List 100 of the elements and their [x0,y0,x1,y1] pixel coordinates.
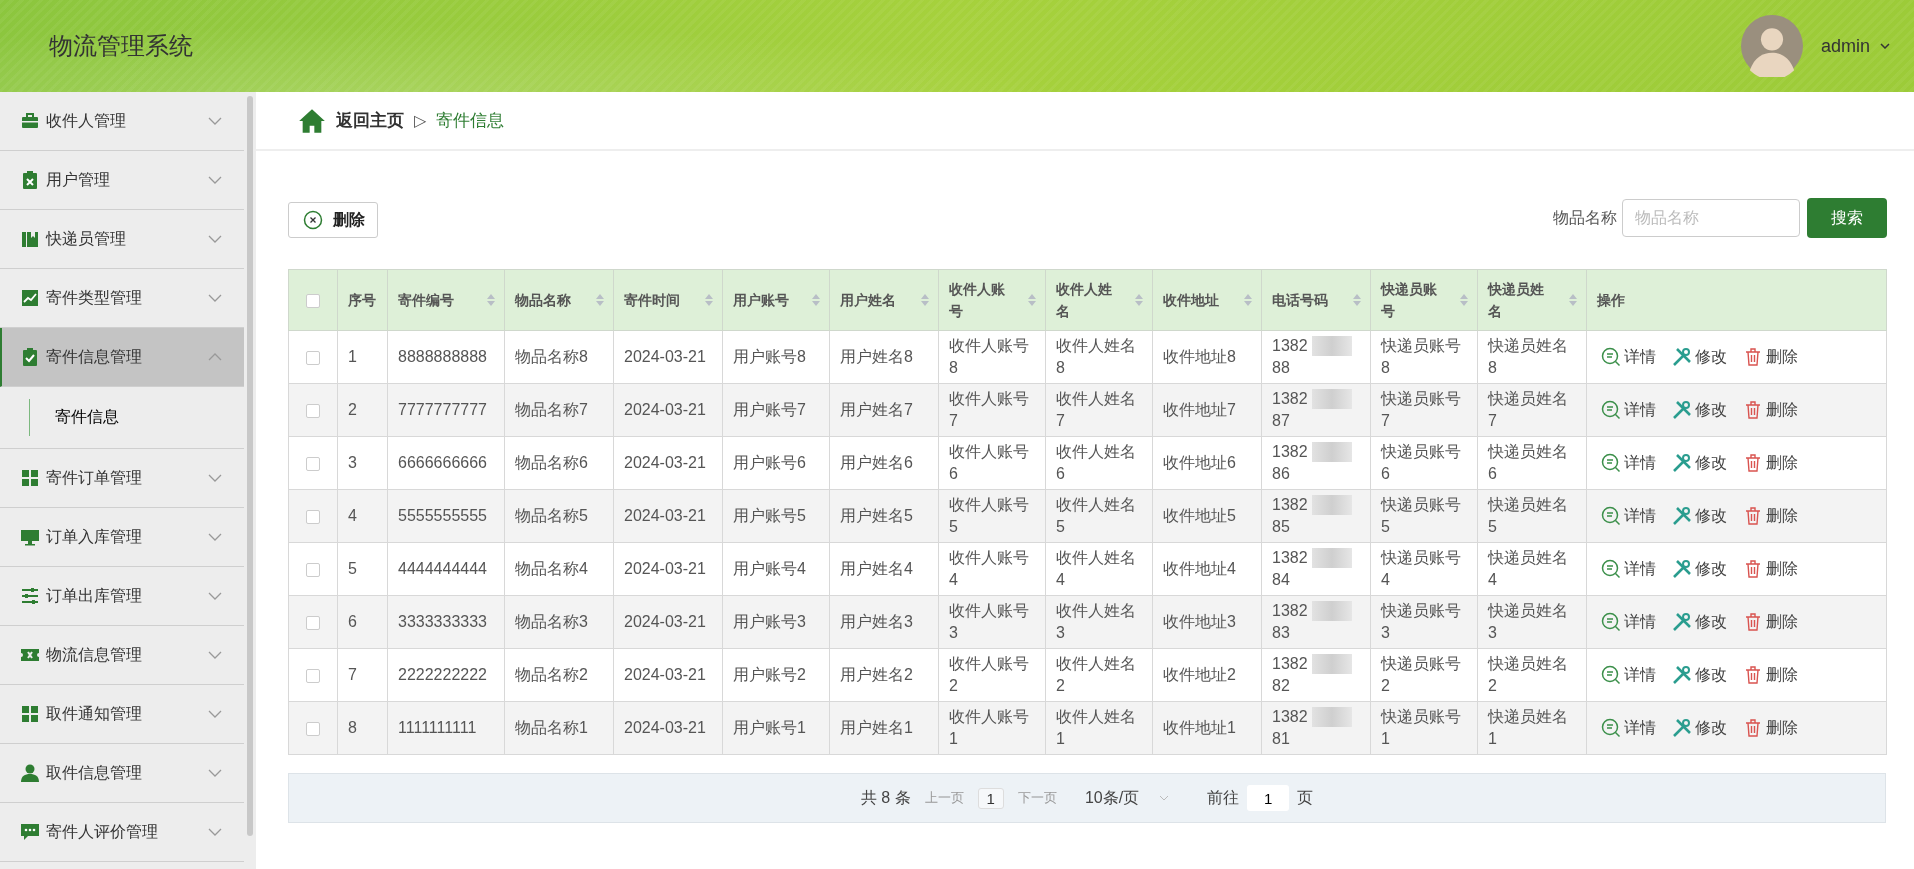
sort-icon[interactable] [1352,293,1362,307]
avatar-icon[interactable] [1740,15,1803,77]
column-header[interactable]: 电话号码 [1261,269,1371,331]
table-cell-text: 1382 [1272,442,1308,462]
sidebar-item[interactable]: 订单出库管理 [0,567,244,626]
action-link[interactable]: 修改 [1672,399,1727,421]
briefcase-icon [20,111,40,131]
action-link[interactable]: 修改 [1672,346,1727,368]
sidebar-item[interactable]: 寄件人评价管理 [0,803,244,862]
action-link[interactable]: 详情 [1601,346,1656,368]
action-link[interactable]: 详情 [1601,611,1656,633]
action-link[interactable]: 详情 [1601,558,1656,580]
search-label: 物品名称 [1553,207,1617,228]
row-checkbox[interactable] [306,509,320,524]
row-checkbox[interactable] [306,562,320,577]
column-header[interactable]: 快递员账号 [1370,269,1478,331]
sort-icon[interactable] [1027,293,1037,307]
sort-icon[interactable] [811,293,821,307]
row-checkbox[interactable] [306,615,320,630]
column-header[interactable]: 收件人账号 [938,269,1046,331]
column-header[interactable]: 序号 [337,269,388,331]
table-cell: 82 [1272,677,1290,694]
sidebar-item[interactable]: 物流信息管理 [0,626,244,685]
sidebar-item[interactable]: 取件通知管理 [0,685,244,744]
sidebar-item[interactable]: 寄件订单管理 [0,449,244,508]
table-cell: 物品名称5 [515,507,588,524]
action-link[interactable]: 详情 [1601,452,1656,474]
sort-icon[interactable] [1243,293,1253,307]
action-link[interactable]: 删除 [1743,558,1798,580]
action-link[interactable]: 修改 [1672,611,1727,633]
table-cell: 收件人姓名7 [1056,390,1136,429]
sidebar-item[interactable]: 用户管理 [0,151,244,210]
action-link[interactable]: 删除 [1743,452,1798,474]
action-link[interactable]: 详情 [1601,399,1656,421]
action-link[interactable]: 删除 [1743,664,1798,686]
table-cell: 2 [348,401,357,418]
action-link[interactable]: 删除 [1743,346,1798,368]
action-link[interactable]: 修改 [1672,664,1727,686]
caret-icon[interactable] [1880,43,1890,49]
page-number[interactable]: 1 [977,787,1004,809]
action-link[interactable]: 详情 [1601,505,1656,527]
chevron-icon [208,176,222,184]
blurred-area [1311,495,1352,515]
home-link[interactable]: 返回主页 [336,109,404,132]
row-checkbox[interactable] [306,668,320,683]
column-header[interactable]: 寄件编号 [387,269,505,331]
select-all-checkbox[interactable] [306,294,320,309]
sort-icon[interactable] [1568,293,1578,307]
action-link[interactable]: 删除 [1743,611,1798,633]
close-circle-icon [303,210,323,230]
sidebar-item[interactable]: 寄件信息管理 [0,328,244,387]
action-link[interactable]: 修改 [1672,717,1727,739]
search-field[interactable]: 物品名称 [1622,199,1800,237]
action-link[interactable]: 详情 [1601,717,1656,739]
breadcrumb-current[interactable]: 寄件信息 [436,109,505,132]
table-cell: 4444444444 [398,560,487,577]
action-link[interactable]: 删除 [1743,505,1798,527]
column-header[interactable]: 用户姓名 [829,269,939,331]
user-menu[interactable]: admin [1820,35,1870,57]
column-header[interactable]: 寄件时间 [613,269,723,331]
table-cell: 收件地址3 [1163,613,1236,630]
sort-icon[interactable] [920,293,930,307]
column-header[interactable]: 收件地址 [1152,269,1262,331]
action-link[interactable]: 修改 [1672,505,1727,527]
search-button[interactable]: 搜索 [1807,198,1887,238]
action-link[interactable]: 删除 [1743,717,1798,739]
column-header[interactable]: 物品名称 [504,269,614,331]
table-cell: 物品名称2 [515,666,588,683]
column-header[interactable]: 收件人姓名 [1045,269,1153,331]
table-cell: 2024-03-21 [624,454,706,471]
action-link[interactable]: 详情 [1601,664,1656,686]
sidebar-item[interactable]: 取件信息管理 [0,744,244,803]
row-checkbox[interactable] [306,403,320,418]
action-link[interactable]: 修改 [1672,558,1727,580]
table-cell: 快递员姓名6 [1488,443,1568,482]
sidebar-item[interactable]: 收件人管理 [0,92,244,151]
table-cell: 收件人姓名5 [1056,496,1136,535]
submenu-item[interactable]: 寄件信息 [29,399,244,436]
search-icon [1601,400,1621,420]
sort-icon[interactable] [704,293,714,307]
column-header[interactable]: 用户账号 [722,269,830,331]
action-link[interactable]: 修改 [1672,452,1727,474]
table-cell-text: 1382 [1272,548,1308,568]
blurred-area [1311,601,1352,621]
sort-icon[interactable] [1134,293,1144,307]
sidebar-item[interactable]: 订单入库管理 [0,508,244,567]
delete-button[interactable]: 删除 [288,202,378,238]
goto-page-field[interactable]: 1 [1247,785,1290,811]
column-header[interactable]: 操作 [1586,269,1887,331]
sort-icon[interactable] [486,293,496,307]
row-checkbox[interactable] [306,456,320,471]
sidebar-item[interactable]: 快递员管理 [0,210,244,269]
sort-icon[interactable] [1459,293,1469,307]
home-icon[interactable] [298,107,326,134]
column-header[interactable]: 快递员姓名 [1477,269,1587,331]
sort-icon[interactable] [595,293,605,307]
page-size-select[interactable]: 10条/页 [1084,787,1170,809]
row-checkbox[interactable] [306,721,320,736]
row-checkbox[interactable] [306,350,320,365]
action-link[interactable]: 删除 [1743,399,1798,421]
